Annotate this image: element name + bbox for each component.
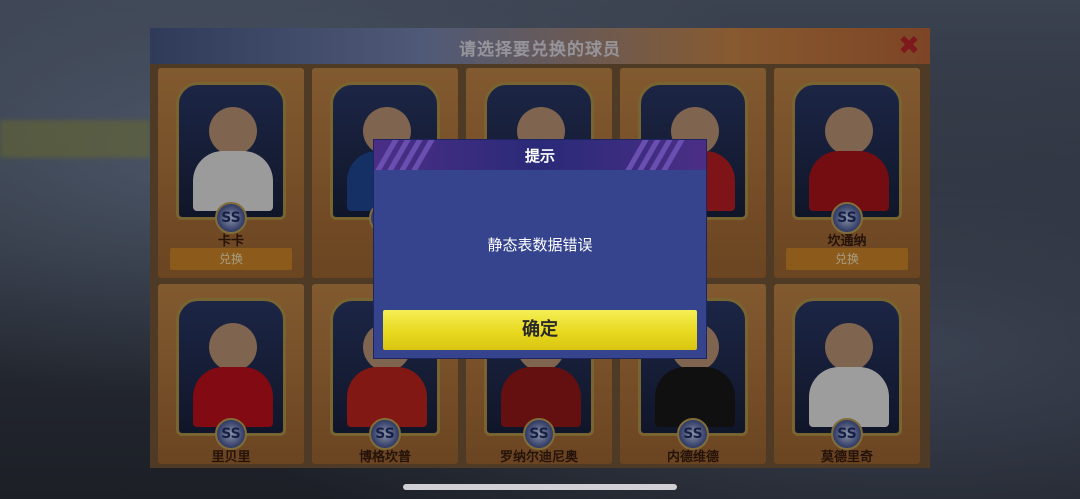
home-indicator[interactable] (403, 484, 677, 490)
background-bar (0, 120, 150, 158)
dialog-header: 提示 (374, 140, 706, 170)
dialog-message: 静态表数据错误 (487, 236, 593, 254)
dialog-title: 提示 (524, 147, 555, 165)
alert-dialog: 提示 静态表数据错误 确定 (374, 140, 706, 358)
confirm-button[interactable]: 确定 (383, 310, 697, 350)
